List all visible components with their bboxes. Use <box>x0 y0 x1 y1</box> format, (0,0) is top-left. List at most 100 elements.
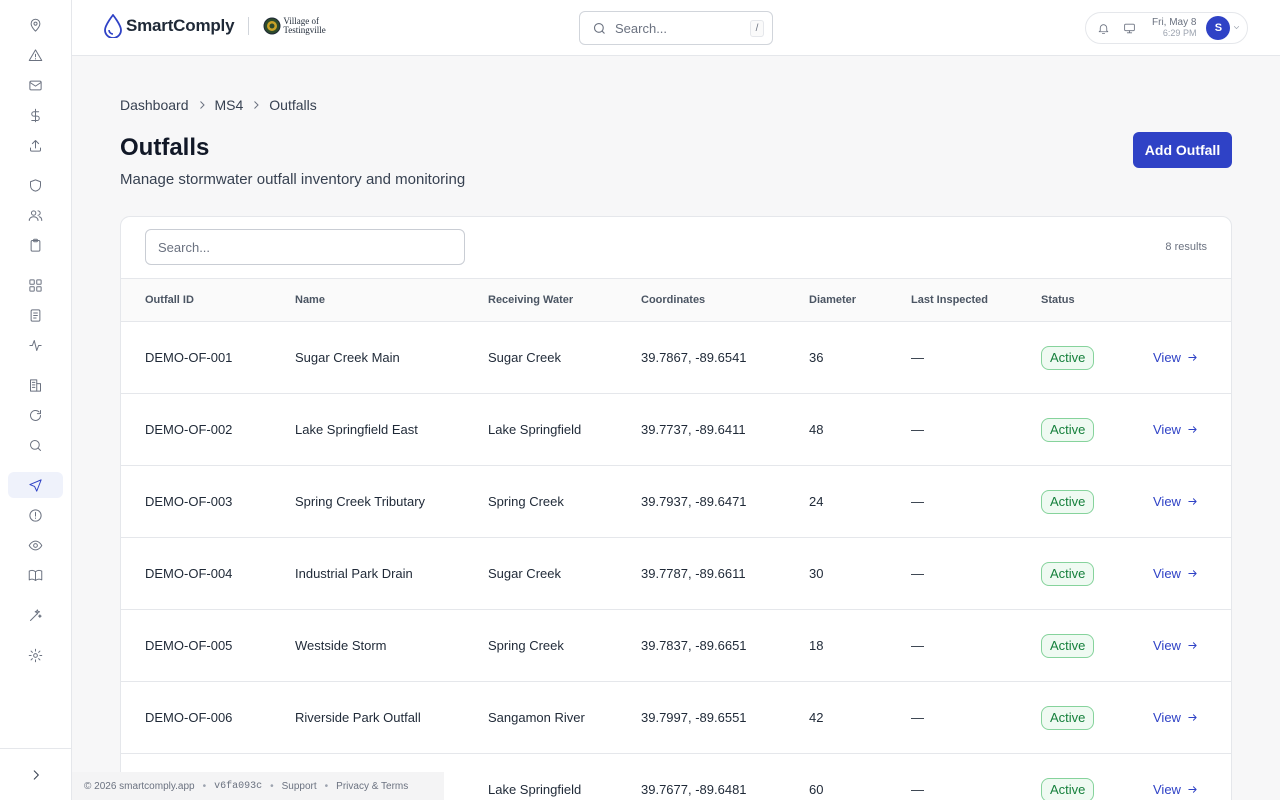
table-row[interactable]: DEMO-OF-002 Lake Springfield East Lake Spr… <box>121 394 1231 466</box>
page-title: Outfalls <box>120 134 210 161</box>
column-coordinates[interactable]: Coordinates <box>641 294 705 306</box>
column-last-inspected[interactable]: Last Inspected <box>911 294 988 306</box>
logo-divider <box>248 17 250 35</box>
top-header: SmartComply Village of Testingville Sear… <box>72 0 1280 56</box>
view-link-label: View <box>1153 782 1181 797</box>
view-link-label: View <box>1153 422 1181 437</box>
chevron-right-icon <box>33 769 39 780</box>
view-link[interactable]: View <box>1153 350 1198 365</box>
cell-outfall-id: DEMO-OF-001 <box>145 350 233 365</box>
book-icon[interactable] <box>8 562 63 588</box>
chevron-down-icon <box>1234 26 1240 29</box>
cell-receiving-water: Spring Creek <box>488 638 564 653</box>
view-link[interactable]: View <box>1153 638 1198 653</box>
cell-name: Spring Creek Tributary <box>295 494 426 509</box>
cell-outfall-id: DEMO-OF-005 <box>145 638 233 653</box>
status-badge: Active <box>1041 706 1095 730</box>
breadcrumb-ms4[interactable]: MS4 <box>215 97 244 113</box>
search-icon <box>593 22 605 34</box>
shield-icon[interactable] <box>8 172 63 198</box>
cell-receiving-water: Sugar Creek <box>488 566 561 581</box>
users-icon[interactable] <box>8 202 63 228</box>
upload-icon[interactable] <box>8 132 63 158</box>
footer-privacy-link[interactable]: Privacy & Terms <box>336 781 408 792</box>
cell-name: Riverside Park Outfall <box>295 710 421 725</box>
cell-last-inspected: — <box>911 422 924 437</box>
column-outfall-id[interactable]: Outfall ID <box>145 294 194 306</box>
status-badge: Active <box>1041 490 1095 514</box>
mail-icon[interactable] <box>8 72 63 98</box>
cell-name: Industrial Park Drain <box>295 566 413 581</box>
file-text-icon[interactable] <box>8 302 63 328</box>
table-row[interactable]: DEMO-OF-004 Industrial Park Drain Sugar Cr… <box>121 538 1231 610</box>
alert-circle-icon[interactable] <box>8 502 63 528</box>
arrow-right-icon <box>1188 498 1197 505</box>
arrow-right-icon <box>1188 426 1197 433</box>
cell-outfall-id: DEMO-OF-002 <box>145 422 233 437</box>
sparkles-icon[interactable] <box>8 602 63 628</box>
view-link-label: View <box>1153 566 1181 581</box>
add-outfall-button[interactable]: Add Outfall <box>1133 132 1232 168</box>
search-icon[interactable] <box>8 432 63 458</box>
view-link-label: View <box>1153 350 1181 365</box>
user-menu[interactable]: Fri, May 8 6:29 PM S <box>1085 12 1248 44</box>
gear-icon[interactable] <box>8 642 63 668</box>
column-name[interactable]: Name <box>295 294 325 306</box>
global-search[interactable]: Search... / <box>579 11 773 45</box>
navigation-icon[interactable] <box>8 472 63 498</box>
footer-support-link[interactable]: Support <box>282 781 317 792</box>
breadcrumb: Dashboard MS4 Outfalls <box>120 97 317 113</box>
village-logo: Village of Testingville <box>263 17 326 35</box>
view-link[interactable]: View <box>1153 422 1198 437</box>
village-seal-icon <box>263 17 281 35</box>
map-pin-icon[interactable] <box>8 12 63 38</box>
alert-triangle-icon[interactable] <box>8 42 63 68</box>
results-count: 8 results <box>1165 241 1207 253</box>
table-row[interactable]: DEMO-OF-003 Spring Creek Tributary Spring … <box>121 466 1231 538</box>
cell-outfall-id: DEMO-OF-003 <box>145 494 233 509</box>
cell-receiving-water: Lake Springfield <box>488 422 582 437</box>
time-text: 6:29 PM <box>1162 28 1197 38</box>
table-row[interactable]: DEMO-OF-001 Sugar Creek Main Sugar Creek 39… <box>121 322 1231 394</box>
user-menu-toggle[interactable] <box>1232 19 1241 37</box>
village-line2: Testingville <box>283 25 326 35</box>
activity-icon[interactable] <box>8 332 63 358</box>
cell-coordinates: 39.7787, -89.6611 <box>641 566 746 581</box>
footer-dot: • <box>202 780 207 792</box>
view-link[interactable]: View <box>1153 494 1198 509</box>
view-link-label: View <box>1153 638 1181 653</box>
eye-icon[interactable] <box>8 532 63 558</box>
brand-logo[interactable]: SmartComply Village of Testingville <box>104 14 326 38</box>
footer-dot: • <box>270 780 274 792</box>
breadcrumb-outfalls: Outfalls <box>269 97 317 113</box>
grid-icon[interactable] <box>8 272 63 298</box>
cell-coordinates: 39.7737, -89.6411 <box>641 422 746 437</box>
clipboard-icon[interactable] <box>8 232 63 258</box>
display-button[interactable] <box>1120 19 1138 37</box>
breadcrumb-dashboard[interactable]: Dashboard <box>120 97 189 113</box>
refresh-icon[interactable] <box>8 402 63 428</box>
column-receiving-water[interactable]: Receiving Water <box>488 294 573 306</box>
cell-coordinates: 39.7997, -89.6551 <box>641 710 747 725</box>
dollar-icon[interactable] <box>8 102 63 128</box>
cell-name: Westside Storm <box>295 638 387 653</box>
date-text: Fri, May 8 <box>1152 17 1197 28</box>
cell-diameter: 24 <box>809 494 824 509</box>
footer-dot: • <box>324 780 329 792</box>
column-status[interactable]: Status <box>1041 294 1075 306</box>
table-search-input[interactable] <box>145 229 465 265</box>
table-row[interactable]: DEMO-OF-005 Westside Storm Spring Creek 39.… <box>121 610 1231 682</box>
column-diameter[interactable]: Diameter <box>809 294 856 306</box>
cell-diameter: 30 <box>809 566 824 581</box>
avatar[interactable]: S <box>1206 16 1231 40</box>
view-link[interactable]: View <box>1153 566 1198 581</box>
view-link[interactable]: View <box>1153 710 1198 725</box>
cell-last-inspected: — <box>911 566 924 581</box>
building-icon[interactable] <box>8 372 63 398</box>
table-row[interactable]: DEMO-OF-006 Riverside Park Outfall Sangamo… <box>121 682 1231 754</box>
sidebar-expand-button[interactable] <box>0 748 71 800</box>
view-link-label: View <box>1153 710 1181 725</box>
notifications-button[interactable] <box>1094 19 1112 37</box>
view-link[interactable]: View <box>1153 782 1198 797</box>
cell-name: Lake Springfield East <box>295 422 418 437</box>
